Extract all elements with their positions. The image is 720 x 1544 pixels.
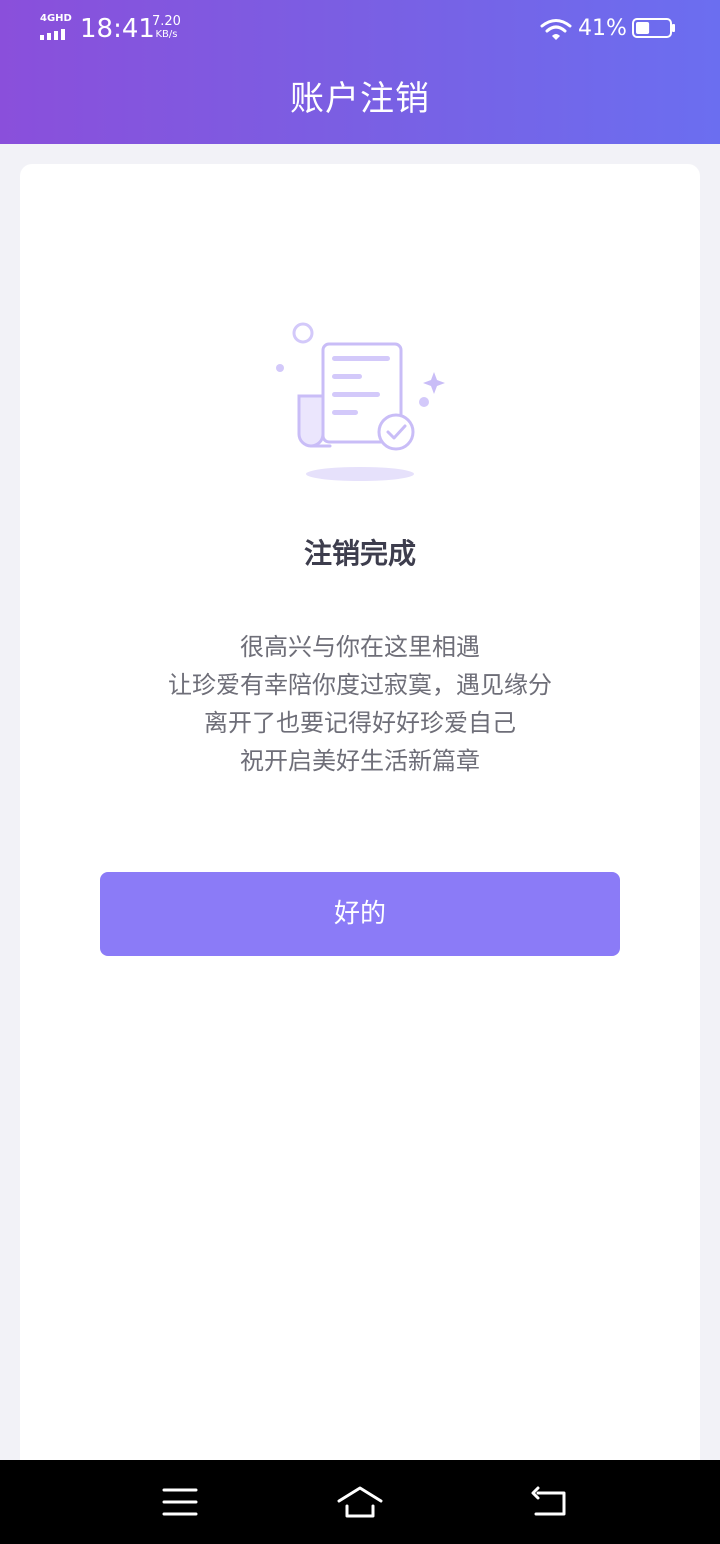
app-header: 4GHD 18:41 7.20 KB/s 41% 账户注销 xyxy=(0,0,720,144)
network-type-label: 4GHD xyxy=(40,13,72,24)
wifi-icon xyxy=(540,19,572,40)
completion-title: 注销完成 xyxy=(303,537,416,570)
message-line: 很高兴与你在这里相遇 xyxy=(240,633,480,661)
page-title: 账户注销 xyxy=(290,79,430,119)
network-speed-unit: KB/s xyxy=(155,29,178,40)
system-nav-bar xyxy=(0,1460,720,1544)
battery-percent: 41% xyxy=(578,16,627,41)
content-card: 注销完成 很高兴与你在这里相遇 让珍爱有幸陪你度过寂寞，遇见缘分 离开了也要记得… xyxy=(20,164,700,1460)
status-bar: 4GHD 18:41 7.20 KB/s 41% xyxy=(0,0,720,60)
signal-bars-icon xyxy=(40,28,72,40)
back-icon[interactable] xyxy=(530,1482,570,1522)
ok-button[interactable]: 好的 xyxy=(100,872,620,956)
status-time: 18:41 xyxy=(80,14,155,44)
network-speed: 7.20 KB/s xyxy=(152,15,181,41)
message-line: 祝开启美好生活新篇章 xyxy=(240,747,480,775)
message-line: 离开了也要记得好好珍爱自己 xyxy=(204,709,516,737)
network-speed-value: 7.20 xyxy=(152,14,181,29)
home-icon[interactable] xyxy=(336,1482,384,1522)
menu-icon[interactable] xyxy=(160,1482,200,1522)
document-check-icon xyxy=(276,322,445,481)
battery-icon xyxy=(632,18,675,38)
signal-indicator: 4GHD xyxy=(40,14,72,40)
message-line: 让珍爱有幸陪你度过寂寞，遇见缘分 xyxy=(168,671,552,699)
farewell-message: 很高兴与你在这里相遇 让珍爱有幸陪你度过寂寞，遇见缘分 离开了也要记得好好珍爱自… xyxy=(20,628,700,780)
